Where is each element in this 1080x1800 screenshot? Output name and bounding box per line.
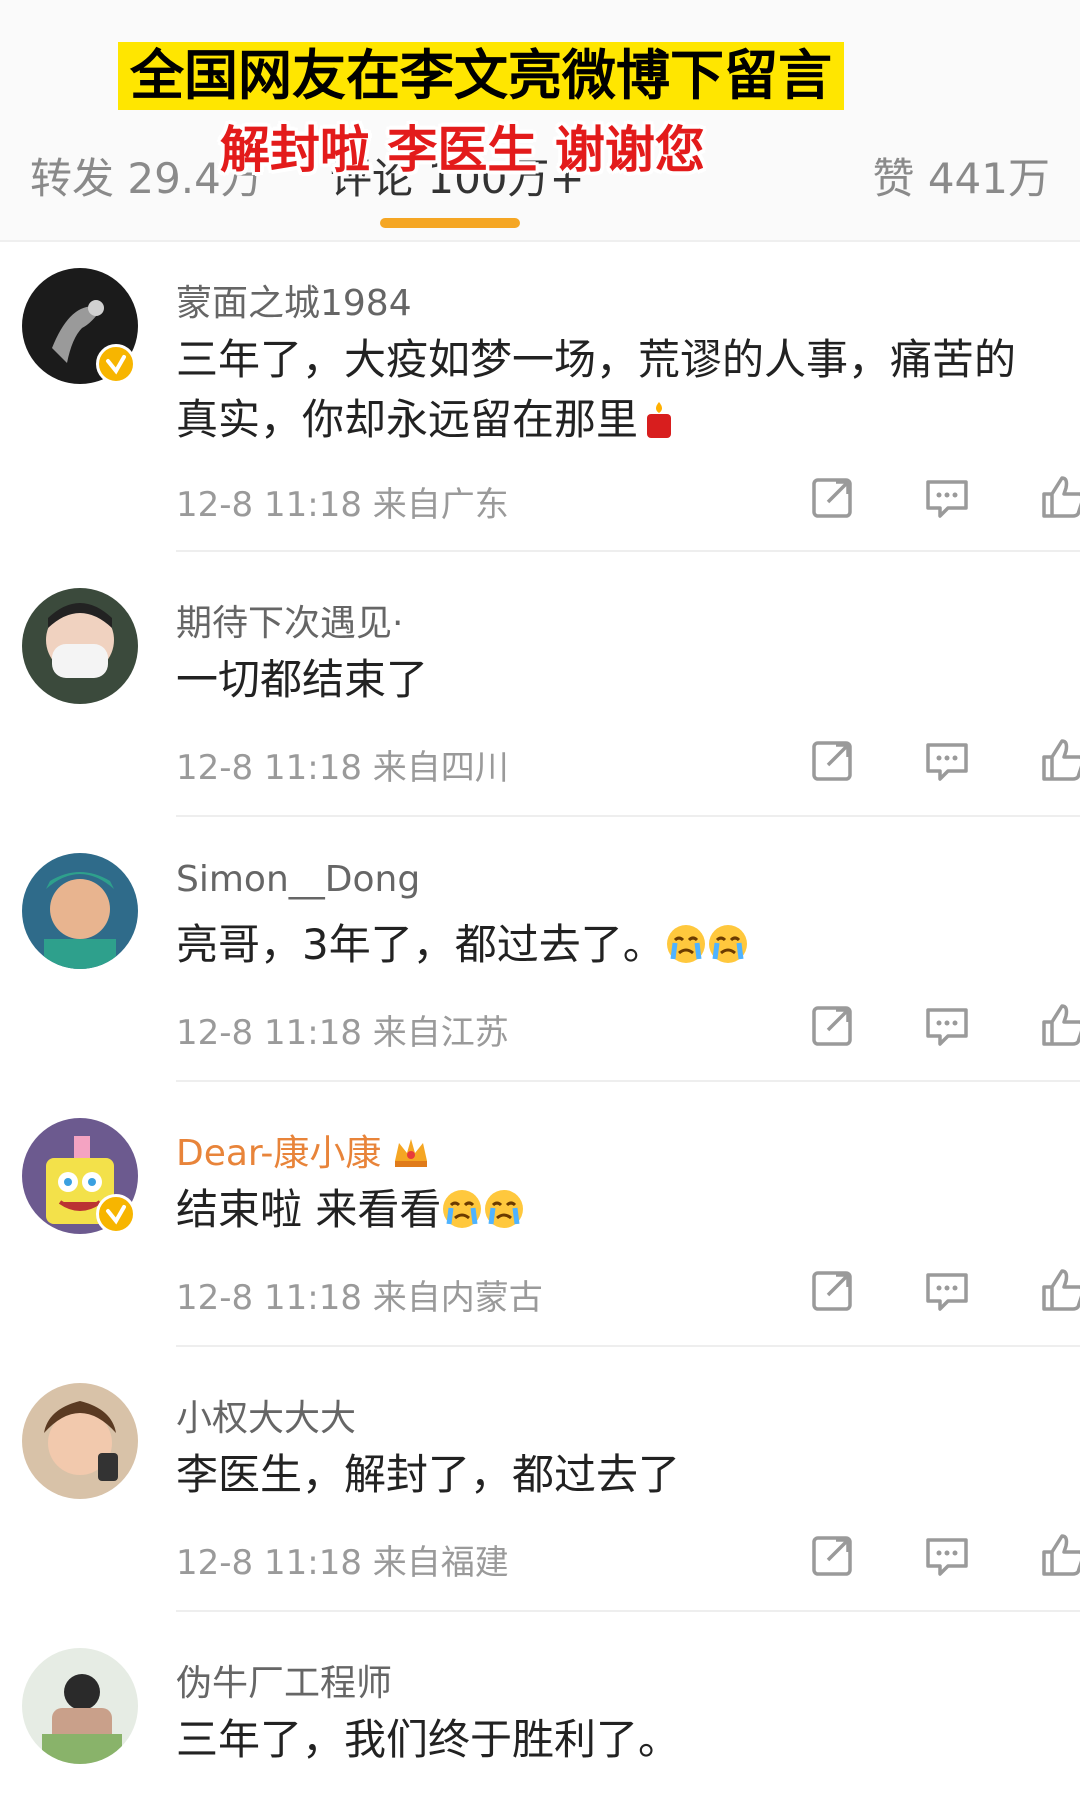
divider <box>176 550 1080 552</box>
divider <box>176 1080 1080 1082</box>
avatar[interactable] <box>22 588 138 704</box>
comment-item: 伪牛厂工程师 三年了，我们终于胜利了。 <box>0 1620 1080 1800</box>
thumbs-up-icon[interactable] <box>1038 1530 1080 1580</box>
thumbs-up-icon[interactable] <box>1038 1000 1080 1050</box>
comment-item: 期待下次遇见· 一切都结束了 12-8 11:18 来自四川 <box>0 560 1080 826</box>
comment-icon[interactable] <box>922 1265 972 1315</box>
comment-meta: 12-8 11:18 来自内蒙古 <box>176 1278 543 1318</box>
comment-icon[interactable] <box>922 1530 972 1580</box>
comment-meta: 12-8 11:18 来自广东 <box>176 485 509 525</box>
comment-meta: 12-8 11:18 来自福建 <box>176 1543 509 1583</box>
comment-username[interactable]: 蒙面之城1984 <box>176 274 412 326</box>
comment-meta: 12-8 11:18 来自江苏 <box>176 1013 509 1053</box>
crown-icon <box>391 1131 431 1171</box>
comment-actions <box>750 1530 1080 1586</box>
share-icon[interactable] <box>808 735 858 785</box>
active-tab-indicator <box>380 218 520 228</box>
thumbs-up-icon[interactable] <box>1038 472 1080 522</box>
thumbs-up-icon[interactable] <box>1038 735 1080 785</box>
divider <box>176 1610 1080 1612</box>
comment-username[interactable]: Simon__Dong <box>176 859 420 900</box>
comment-item: Dear-康小康 结束啦 来看看 12-8 11:18 来自内蒙古 <box>0 1090 1080 1356</box>
comment-username[interactable]: Dear-康小康 <box>176 1124 431 1176</box>
verified-badge-icon <box>96 1194 136 1234</box>
comment-actions <box>750 735 1080 791</box>
candle-emoji-icon <box>638 396 680 438</box>
comment-text: 三年了，我们终于胜利了。 <box>176 1715 681 1764</box>
comment-item: 小权大大大 李医生，解封了，都过去了 12-8 11:18 来自福建 <box>0 1355 1080 1621</box>
comment-meta: 12-8 11:18 来自四川 <box>176 748 509 788</box>
comment-text: 亮哥，3年了，都过去了。 <box>176 915 1056 975</box>
divider <box>176 1345 1080 1347</box>
avatar[interactable] <box>22 1648 138 1764</box>
share-icon[interactable] <box>808 1000 858 1050</box>
share-icon[interactable] <box>808 1265 858 1315</box>
verified-badge-icon <box>96 344 136 384</box>
avatar[interactable] <box>22 853 138 969</box>
thumbs-up-icon[interactable] <box>1038 1265 1080 1315</box>
divider <box>176 815 1080 817</box>
comment-item: 蒙面之城1984 三年了，大疫如梦一场，荒谬的人事，痛苦的真实，你却永远留在那里… <box>0 240 1080 552</box>
video-caption-subtitle: 解封啦 李医生 谢谢您 <box>220 121 705 179</box>
tab-likes[interactable]: 赞 441万 <box>872 145 1050 206</box>
video-caption-title: 全国网友在李文亮微博下留言 <box>118 42 844 110</box>
comment-text: 三年了，大疫如梦一场，荒谬的人事，痛苦的真实，你却永远留在那里 <box>176 335 1017 444</box>
crying-emoji-icon <box>665 921 707 963</box>
comment-icon[interactable] <box>922 1000 972 1050</box>
comment-text: 结束啦 来看看 <box>176 1180 1056 1240</box>
share-icon[interactable] <box>808 472 858 522</box>
comment-actions <box>750 1000 1080 1056</box>
comment-icon[interactable] <box>922 472 972 522</box>
comment-text: 李医生，解封了，都过去了 <box>176 1450 681 1499</box>
comment-actions <box>750 1265 1080 1321</box>
comment-username[interactable]: 期待下次遇见· <box>176 594 403 646</box>
comment-actions <box>750 472 1080 528</box>
share-icon[interactable] <box>808 1530 858 1580</box>
comment-text: 一切都结束了 <box>176 655 429 704</box>
crying-emoji-icon <box>483 1186 525 1228</box>
crying-emoji-icon <box>441 1186 483 1228</box>
comment-icon[interactable] <box>922 735 972 785</box>
avatar[interactable] <box>22 1383 138 1499</box>
comment-username[interactable]: 小权大大大 <box>176 1389 356 1441</box>
comment-item: Simon__Dong 亮哥，3年了，都过去了。 12-8 11:18 来自江苏 <box>0 825 1080 1091</box>
comment-username[interactable]: 伪牛厂工程师 <box>176 1654 392 1706</box>
crying-emoji-icon <box>707 921 749 963</box>
